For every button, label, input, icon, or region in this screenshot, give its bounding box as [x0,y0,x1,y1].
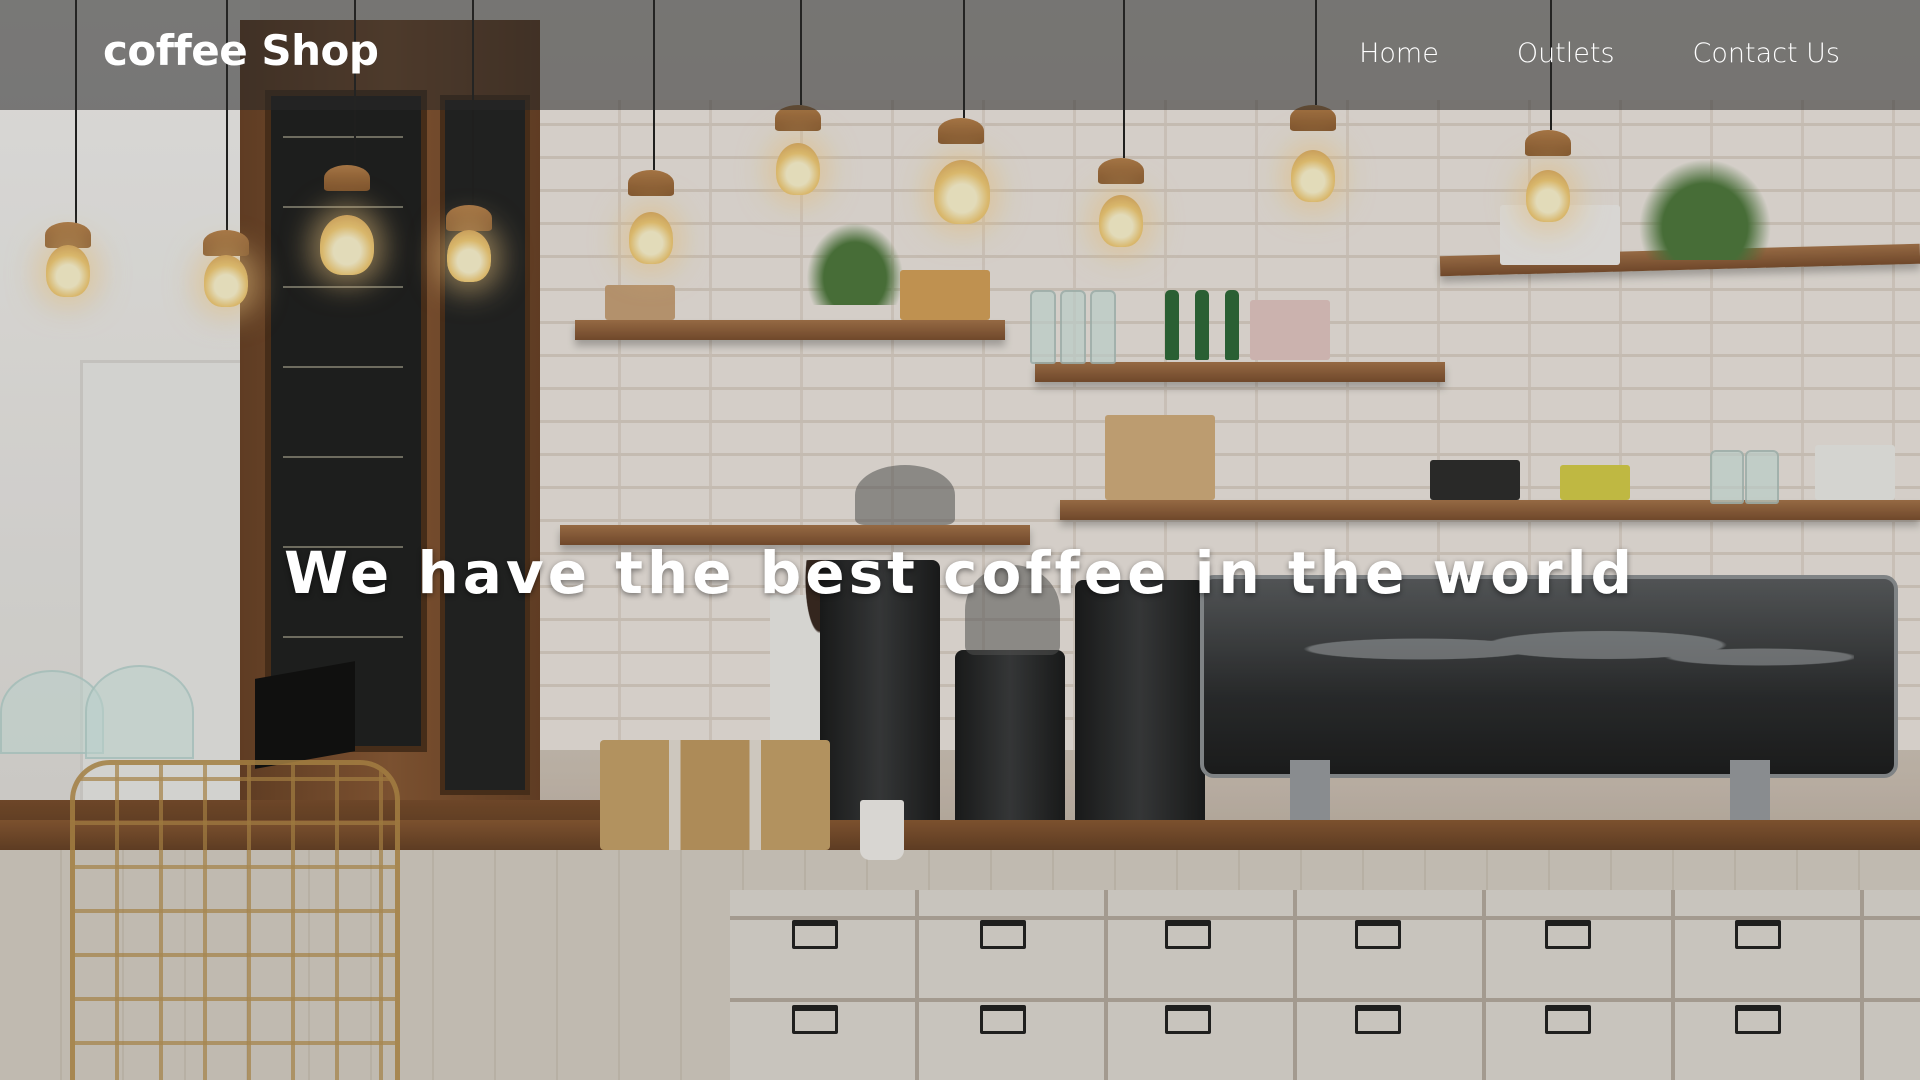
brand-logo[interactable]: coffee Shop [103,26,379,75]
navbar: coffee Shop Home Outlets Contact Us [0,0,1920,110]
nav-link-outlets[interactable]: Outlets [1517,38,1615,69]
nav-links: Home Outlets Contact Us [1281,38,1840,69]
nav-link-home[interactable]: Home [1359,38,1439,69]
hero-section: coffee Shop Home Outlets Contact Us We h… [0,0,1920,1080]
nav-link-contact-us[interactable]: Contact Us [1693,38,1840,69]
hero-headline: We have the best coffee in the world [284,538,1636,607]
